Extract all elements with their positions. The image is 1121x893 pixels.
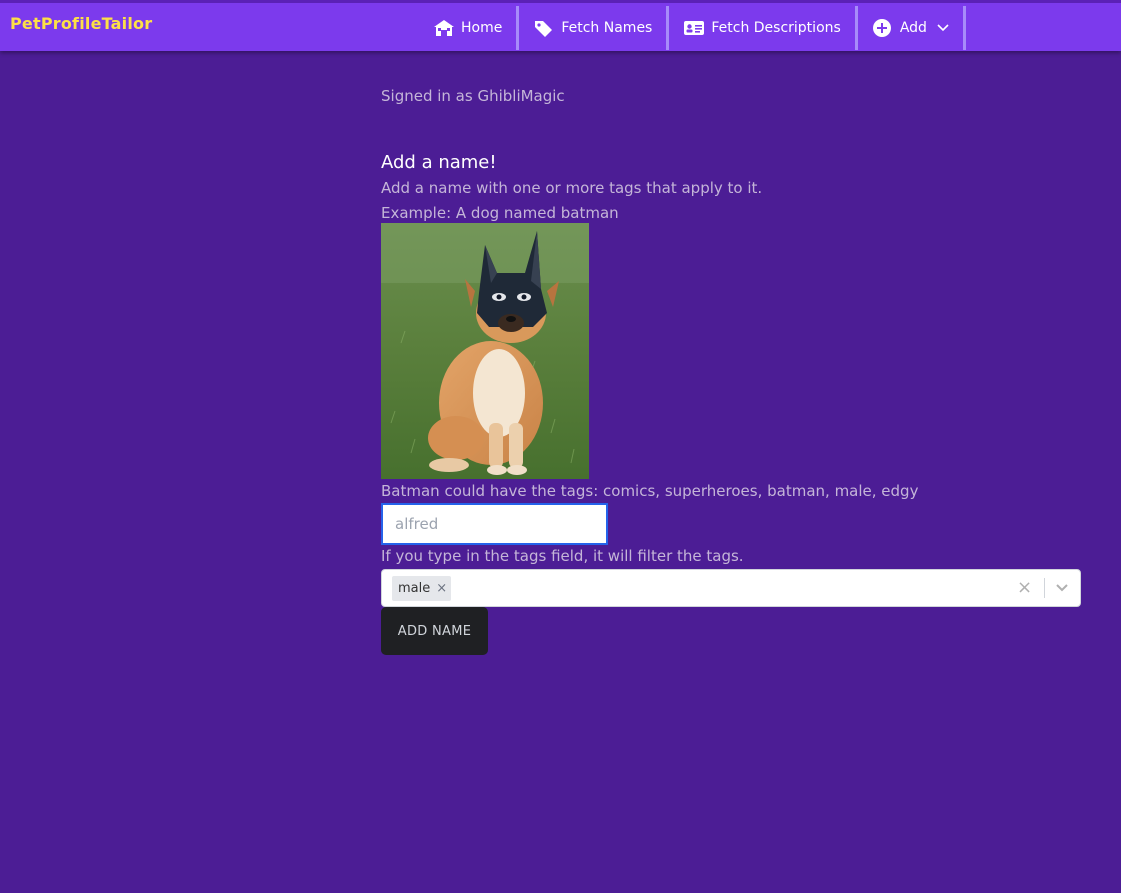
nav-home-label: Home xyxy=(461,20,503,36)
example-text: Example: A dog named batman xyxy=(381,204,619,222)
nav-home[interactable]: Home xyxy=(419,6,520,50)
nav-fetch-names-label: Fetch Names xyxy=(561,20,653,36)
add-name-button[interactable]: ADD NAME xyxy=(381,607,488,655)
page-title: Add a name! xyxy=(381,152,497,173)
top-navbar: PetProfileTailor Home Fetch Names Fetch … xyxy=(0,0,1121,51)
example-dog-image xyxy=(381,223,589,479)
clear-tags-icon[interactable]: × xyxy=(1017,579,1032,597)
tags-example-text: Batman could have the tags: comics, supe… xyxy=(381,482,919,500)
house-icon xyxy=(434,20,454,36)
tag-chip-male: male × xyxy=(392,576,452,601)
indicator-separator xyxy=(1044,578,1045,598)
nav-fetch-descriptions[interactable]: Fetch Descriptions xyxy=(669,6,858,50)
id-card-icon xyxy=(684,21,705,35)
tag-chip-label: male xyxy=(398,581,431,596)
chevron-down-icon xyxy=(937,24,949,32)
intro-text: Add a name with one or more tags that ap… xyxy=(381,179,763,197)
remove-tag-icon[interactable]: × xyxy=(436,581,447,596)
plus-circle-icon xyxy=(872,19,891,37)
nav-add-label: Add xyxy=(899,20,927,36)
name-input[interactable] xyxy=(381,503,608,545)
tag-icon xyxy=(535,21,553,37)
brand-logo[interactable]: PetProfileTailor xyxy=(10,14,152,33)
chevron-down-icon[interactable] xyxy=(1054,580,1070,596)
nav-fetch-descriptions-label: Fetch Descriptions xyxy=(711,20,841,36)
tags-multiselect[interactable]: male × × xyxy=(381,569,1081,607)
nav-menu: Home Fetch Names Fetch Descriptions Add xyxy=(419,6,966,50)
signed-in-text: Signed in as GhibliMagic xyxy=(381,87,565,105)
filter-hint-text: If you type in the tags field, it will f… xyxy=(381,547,744,565)
nav-fetch-names[interactable]: Fetch Names xyxy=(519,6,670,50)
nav-add-dropdown[interactable]: Add xyxy=(858,6,966,50)
